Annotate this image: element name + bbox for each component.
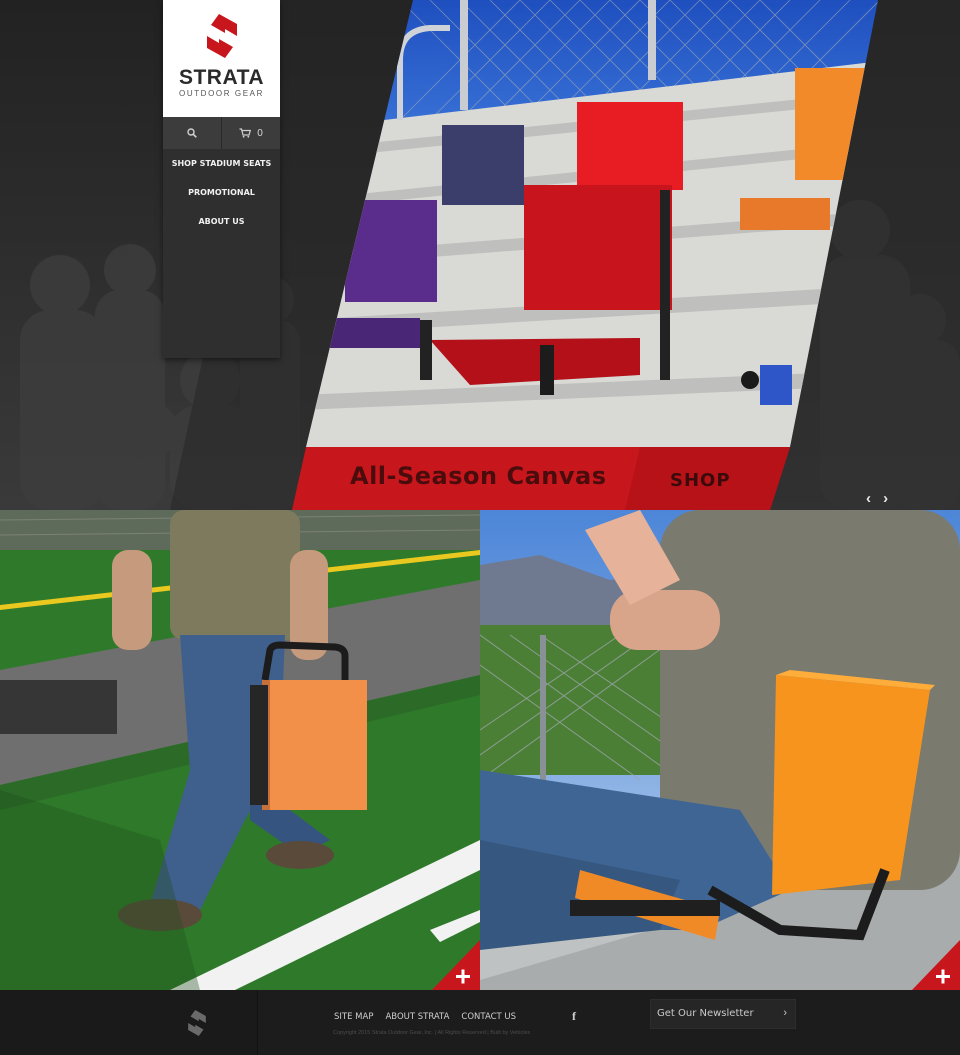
main-nav: SHOP STADIUM SEATS PROMOTIONAL ABOUT US [163, 157, 280, 244]
hero-slider: All-Season Canvas SHOP ‹ › [0, 0, 960, 510]
chevron-right-icon: › [783, 1007, 787, 1019]
footer-link-contact-us[interactable]: CONTACT US [461, 1012, 516, 1022]
seated-fan-photo [480, 510, 960, 990]
facebook-icon[interactable]: f [572, 1009, 576, 1024]
footer: SITE MAP ABOUT STRATA CONTACT US Copyrig… [0, 990, 960, 1055]
newsletter-button[interactable]: Get Our Newsletter › [650, 999, 796, 1029]
footer-link-about-strata[interactable]: ABOUT STRATA [385, 1012, 449, 1022]
slider-next-icon[interactable]: › [883, 490, 892, 507]
plus-icon[interactable] [432, 942, 480, 990]
nav-item-shop-stadium-seats[interactable]: SHOP STADIUM SEATS [163, 157, 280, 186]
toolbar: 0 [163, 117, 280, 149]
footer-logo-cell [0, 990, 258, 1055]
feature-panel-carry[interactable] [0, 510, 480, 990]
carry-seat-photo [0, 510, 480, 990]
cart-count: 0 [257, 127, 263, 139]
side-tab[interactable] [0, 680, 117, 734]
footer-link-site-map[interactable]: SITE MAP [334, 1012, 373, 1022]
logo-wordmark: STRATA [178, 66, 265, 89]
footer-copyright: Copyright 2015 Strata Outdoor Gear, Inc.… [333, 1030, 531, 1036]
nav-item-about-us[interactable]: ABOUT US [163, 215, 280, 244]
search-button[interactable] [163, 117, 221, 149]
cart-button[interactable]: 0 [221, 117, 280, 149]
hero-caption: All-Season Canvas [350, 462, 607, 490]
nav-item-promotional[interactable]: PROMOTIONAL [163, 186, 280, 215]
hero-shop-link[interactable]: SHOP [670, 470, 731, 491]
page: All-Season Canvas SHOP ‹ › STRATA OUTDOO… [0, 0, 960, 1055]
stadium-seats-photo [292, 0, 878, 510]
logo[interactable]: STRATA OUTDOOR GEAR [163, 0, 280, 117]
logo-tagline: OUTDOOR GEAR [179, 89, 264, 98]
slider-arrows: ‹ › [866, 490, 892, 507]
strata-s-icon[interactable] [187, 1008, 207, 1038]
search-icon [187, 128, 197, 138]
footer-links: SITE MAP ABOUT STRATA CONTACT US [334, 1012, 516, 1022]
cart-icon [239, 128, 252, 138]
strata-s-icon [207, 14, 237, 58]
newsletter-label: Get Our Newsletter [657, 1008, 754, 1019]
feature-panel-seated[interactable] [480, 510, 960, 990]
slider-prev-icon[interactable]: ‹ [866, 490, 875, 507]
nav-panel: STRATA OUTDOOR GEAR 0 SHOP STADIUM SEATS [163, 0, 280, 358]
plus-icon[interactable] [912, 942, 960, 990]
